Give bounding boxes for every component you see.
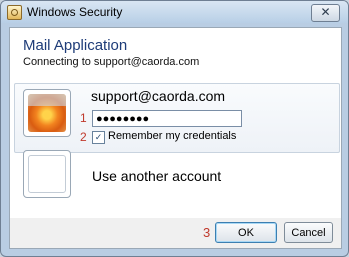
user-avatar [23, 89, 71, 137]
other-account-avatar[interactable] [23, 150, 71, 198]
dialog-footer: 3 OK Cancel [9, 218, 342, 249]
connecting-text: Connecting to support@caorda.com [23, 56, 200, 68]
title-bar: Windows Security ✕ [1, 1, 348, 23]
security-icon [7, 5, 22, 20]
callout-number-3: 3 [203, 225, 211, 240]
flower-avatar-icon [28, 94, 66, 132]
callout-number-1: 1 [80, 111, 87, 125]
remember-checkbox[interactable]: ✓ [92, 131, 105, 144]
close-button[interactable]: ✕ [311, 4, 340, 22]
username-label: support@caorda.com [91, 88, 226, 104]
cancel-button[interactable]: Cancel [284, 222, 333, 243]
password-input[interactable]: ●●●●●●●● [92, 110, 242, 127]
blank-avatar-icon [28, 155, 66, 193]
security-dialog: Windows Security ✕ Mail Application Conn… [0, 0, 349, 257]
window-title: Windows Security [27, 5, 123, 19]
dialog-content: Mail Application Connecting to support@c… [9, 27, 342, 219]
app-title: Mail Application [23, 37, 128, 54]
callout-number-2: 2 [80, 130, 87, 144]
remember-label[interactable]: Remember my credentials [108, 130, 236, 142]
use-another-account[interactable]: Use another account [92, 168, 221, 184]
ok-button[interactable]: OK [215, 222, 277, 243]
